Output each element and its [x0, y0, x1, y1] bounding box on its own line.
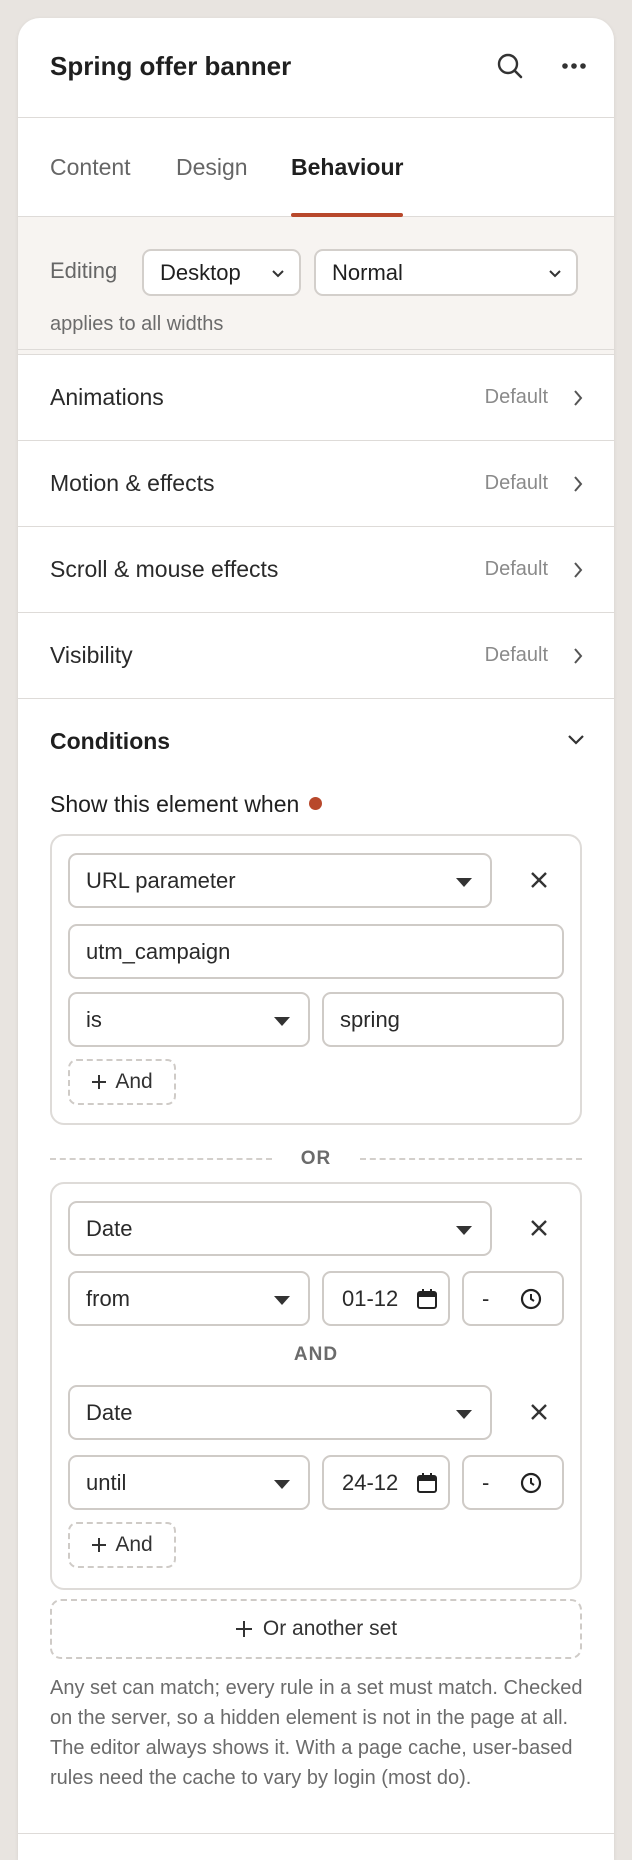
condition-set-2: Date from 01-12 - AND Date until 24-12 -…	[50, 1182, 582, 1590]
conditions-header[interactable]: Conditions	[18, 699, 614, 784]
section-label: Motion & effects	[50, 470, 215, 496]
section-label: Animations	[50, 384, 164, 410]
editing-context: Editing Desktop Normal applies to all wi…	[18, 217, 614, 350]
divider	[18, 1833, 614, 1834]
add-and-rule-button[interactable]: And	[68, 1522, 176, 1568]
tab-bar: Content Design Behaviour	[18, 118, 614, 217]
remove-rule-button[interactable]	[519, 1208, 559, 1248]
section-motion-effects[interactable]: Motion & effects Default	[18, 441, 614, 527]
plus-icon	[92, 1538, 107, 1552]
status-dot	[309, 797, 323, 811]
time-input[interactable]: -	[462, 1455, 564, 1510]
caret-down-icon	[456, 1226, 472, 1235]
calendar-icon	[416, 1288, 438, 1310]
plus-icon	[92, 1075, 107, 1089]
tab-design[interactable]: Design	[176, 118, 248, 216]
section-label: Visibility	[50, 642, 133, 668]
condition-set-1: URL parameter utm_campaign is spring And	[50, 834, 582, 1125]
page-title: Spring offer banner	[50, 51, 292, 81]
tab-behaviour[interactable]: Behaviour	[291, 118, 404, 217]
date-operator-select[interactable]: from	[68, 1271, 310, 1326]
section-value: Default	[484, 472, 548, 494]
caret-down-icon	[274, 1296, 290, 1305]
chevron-down-icon	[549, 270, 561, 278]
time-input[interactable]: -	[462, 1271, 564, 1326]
clock-icon	[520, 1472, 542, 1494]
chevron-right-icon	[574, 390, 583, 406]
search-icon[interactable]	[492, 48, 528, 84]
rule-type-select[interactable]: Date	[68, 1385, 492, 1440]
and-separator: AND	[293, 1344, 339, 1365]
url-parameter-input[interactable]: utm_campaign	[68, 924, 564, 979]
section-animations[interactable]: Animations Default	[18, 355, 614, 441]
conditions-help-text: Any set can match; every rule in a set m…	[50, 1677, 583, 1789]
section-scroll-mouse-effects[interactable]: Scroll & mouse effects Default	[18, 527, 614, 613]
chevron-right-icon	[574, 476, 583, 492]
tab-content[interactable]: Content	[50, 118, 131, 216]
remove-rule-button[interactable]	[519, 1392, 559, 1432]
date-input[interactable]: 24-12	[322, 1455, 450, 1510]
calendar-icon	[416, 1472, 438, 1494]
close-icon	[531, 1220, 547, 1236]
plus-icon	[235, 1621, 252, 1637]
panel-header: Spring offer banner	[18, 18, 614, 118]
section-value: Default	[484, 558, 548, 580]
close-icon	[531, 872, 547, 888]
device-select[interactable]: Desktop	[142, 249, 301, 296]
chevron-down-icon	[272, 270, 284, 278]
more-horizontal-icon[interactable]	[556, 48, 592, 84]
rule-type-select[interactable]: Date	[68, 1201, 492, 1256]
add-or-set-button[interactable]: Or another set	[50, 1599, 582, 1659]
chevron-down-icon	[568, 735, 584, 745]
date-operator-select[interactable]: until	[68, 1455, 310, 1510]
clock-icon	[520, 1288, 542, 1310]
show-when-label: Show this element when	[50, 791, 323, 818]
caret-down-icon	[456, 1410, 472, 1419]
chevron-right-icon	[574, 562, 583, 578]
editing-label: Editing	[50, 258, 118, 283]
caret-down-icon	[274, 1017, 290, 1026]
caret-down-icon	[274, 1480, 290, 1489]
settings-panel: Spring offer banner Content Design Behav…	[18, 18, 614, 1860]
section-label: Scroll & mouse effects	[50, 556, 279, 582]
state-select[interactable]: Normal	[314, 249, 578, 296]
caret-down-icon	[456, 878, 472, 887]
section-visibility[interactable]: Visibility Default	[18, 613, 614, 699]
or-separator: OR	[50, 1145, 582, 1173]
value-input[interactable]: spring	[322, 992, 564, 1047]
section-value: Default	[484, 386, 548, 408]
conditions-section: Conditions Show this element when URL pa…	[18, 699, 614, 1849]
section-value: Default	[484, 644, 548, 666]
add-and-rule-button[interactable]: And	[68, 1059, 176, 1105]
conditions-title: Conditions	[50, 728, 171, 754]
rule-type-select[interactable]: URL parameter	[68, 853, 492, 908]
chevron-right-icon	[574, 648, 583, 664]
remove-rule-button[interactable]	[519, 860, 559, 900]
date-input[interactable]: 01-12	[322, 1271, 450, 1326]
operator-select[interactable]: is	[68, 992, 310, 1047]
editing-note: applies to all widths	[50, 313, 224, 335]
close-icon	[531, 1404, 547, 1420]
